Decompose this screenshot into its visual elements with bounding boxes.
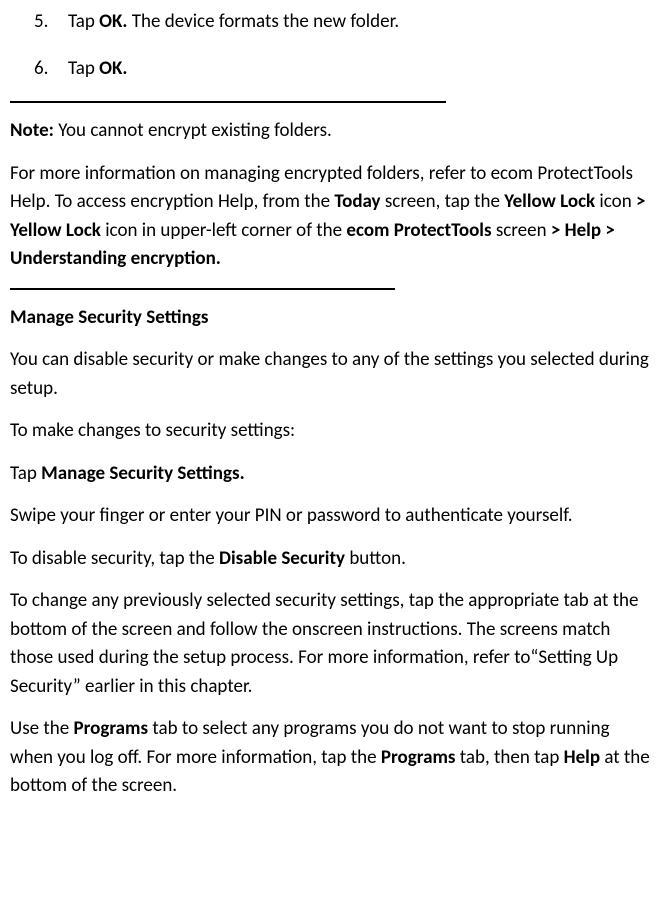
bold-manage-security: Manage Security Settings. (41, 462, 245, 485)
bold-ecom: ecom ProtectTools (346, 219, 491, 242)
divider (10, 101, 446, 103)
info-paragraph: For more information on managing encrypt… (10, 160, 651, 274)
step-number: 6. (34, 55, 68, 84)
paragraph: To disable security, tap the Disable Sec… (10, 545, 651, 574)
note-text: You cannot encrypt existing folders. (54, 119, 332, 142)
step-text-bold: OK. (99, 10, 127, 33)
paragraph: To change any previously selected securi… (10, 587, 651, 701)
text: screen, tap the (381, 190, 505, 213)
text: icon (595, 190, 636, 213)
text: To disable security, tap the (10, 547, 219, 570)
bold-yellow-lock: Yellow Lock (504, 190, 595, 213)
text: icon in upper-left corner of the (101, 219, 346, 242)
bold-today: Today (334, 190, 380, 213)
step-content: Tap OK. The device formats the new folde… (68, 8, 651, 37)
paragraph: To make changes to security settings: (10, 417, 651, 446)
step-text-suffix: The device formats the new folder. (127, 10, 399, 33)
step-number: 5. (34, 8, 68, 37)
note-label: Note: (10, 119, 54, 142)
paragraph: Swipe your finger or enter your PIN or p… (10, 502, 651, 531)
bold-programs: Programs (73, 717, 148, 740)
divider (10, 288, 395, 290)
step-text-prefix: Tap (68, 57, 99, 80)
bold-programs-2: Programs (381, 746, 456, 769)
bold-help: Help (564, 746, 600, 769)
paragraph: Use the Programs tab to select any progr… (10, 715, 651, 801)
paragraph: You can disable security or make changes… (10, 346, 651, 403)
step-text-bold: OK. (99, 57, 127, 80)
text: screen (492, 219, 551, 242)
text: Tap (10, 462, 41, 485)
text: button. (345, 547, 406, 570)
text: Use the (10, 717, 73, 740)
step-5: 5. Tap OK. The device formats the new fo… (10, 8, 651, 37)
step-content: Tap OK. (68, 55, 651, 84)
text: tab, then tap (455, 746, 563, 769)
paragraph: Tap Manage Security Settings. (10, 460, 651, 489)
step-6: 6. Tap OK. (10, 55, 651, 84)
section-heading: Manage Security Settings (10, 304, 651, 333)
step-text-prefix: Tap (68, 10, 99, 33)
note-paragraph: Note: You cannot encrypt existing folder… (10, 117, 651, 146)
bold-disable-security: Disable Security (219, 547, 345, 570)
